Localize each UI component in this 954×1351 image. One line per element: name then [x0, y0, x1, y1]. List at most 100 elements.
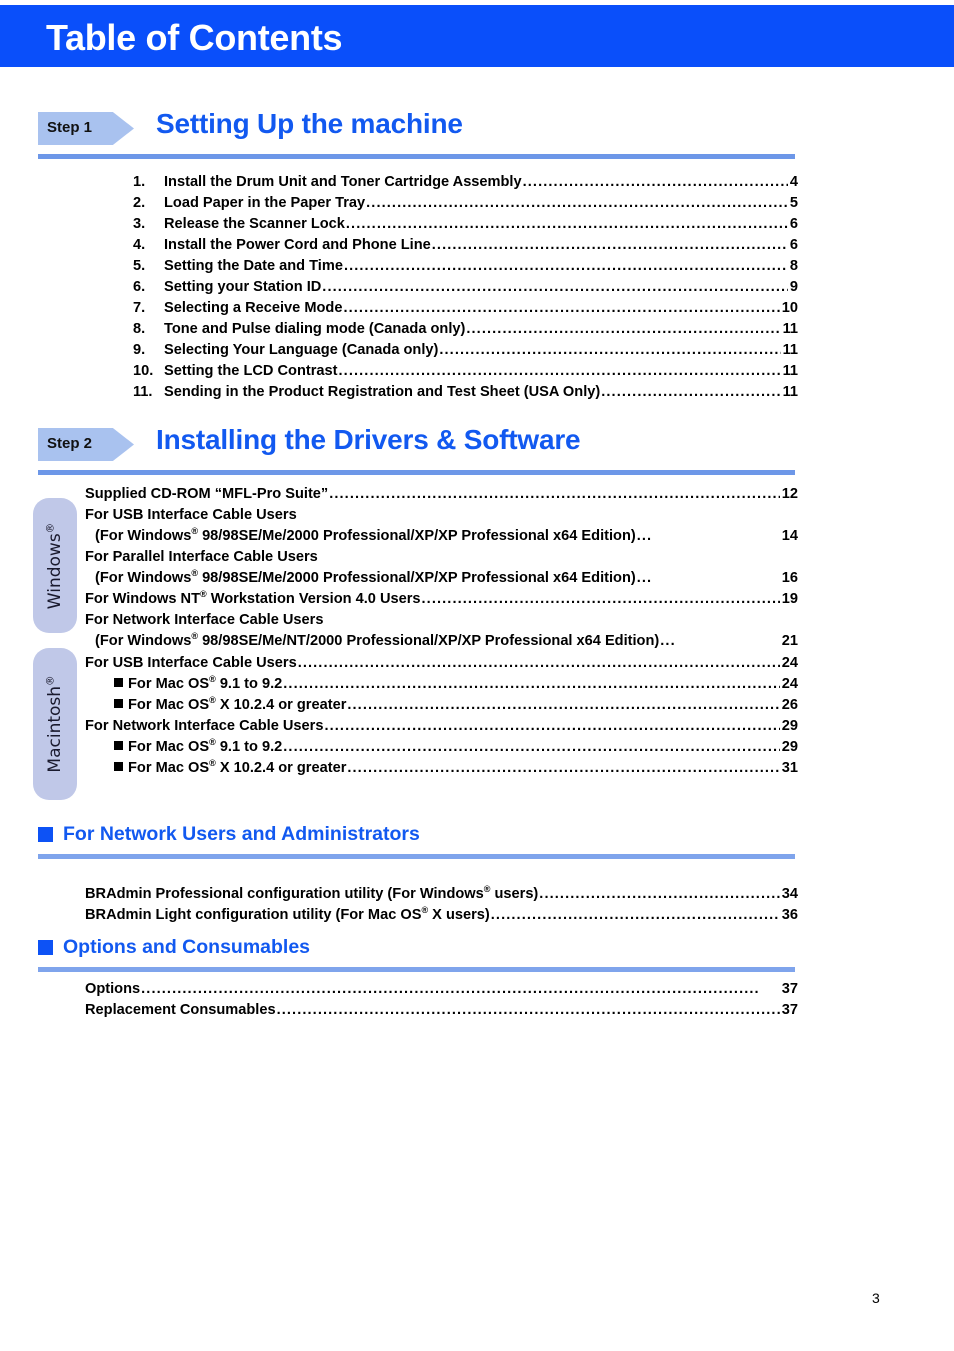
- toc-entry[interactable]: 6. Setting your Station ID ..............…: [133, 277, 798, 298]
- toc-entry-number: 6.: [133, 279, 146, 295]
- toc-entry-page: 31: [781, 760, 798, 776]
- toc-entry[interactable]: 9. Selecting Your Language (Canada only) …: [133, 340, 798, 361]
- section-network-users-title-row: For Network Users and Administrators: [38, 821, 798, 847]
- registered-trademark-icon: ®: [209, 737, 216, 748]
- toc-leader-dots: ........................................…: [322, 279, 788, 295]
- toc-entry-number: 10.: [133, 363, 154, 379]
- toc-entry[interactable]: (For Windows® 98/98SE/Me/2000 Profession…: [85, 568, 798, 589]
- toc-entry[interactable]: For Windows NT® Workstation Version 4.0 …: [85, 589, 798, 610]
- toc-entry-label: For Mac OS® 9.1 to 9.2: [114, 674, 282, 695]
- toc-entry[interactable]: (For Windows® 98/98SE/Me/2000 Profession…: [85, 526, 798, 547]
- section-options-list: Options ................................…: [85, 979, 798, 1021]
- toc-leader-dots: ........................................…: [283, 676, 780, 692]
- toc-entry[interactable]: For Parallel Interface Cable Users: [85, 547, 798, 568]
- toc-entry-page: 29: [781, 718, 798, 734]
- step-1-title: Setting Up the machine: [156, 108, 463, 139]
- toc-entry-page: 9: [789, 279, 798, 295]
- toc-leader-dots: ........................................…: [539, 886, 779, 902]
- toc-leader-dots: ........................................…: [338, 363, 781, 379]
- toc-entry-label: Load Paper in the Paper Tray: [164, 195, 366, 211]
- toc-entry-page: 11: [782, 363, 798, 379]
- step-1-badge-label: Step 1: [47, 119, 93, 136]
- toc-entry[interactable]: For Network Interface Cable Users: [85, 610, 798, 631]
- toc-entry[interactable]: For Mac OS® 9.1 to 9.2 .................…: [85, 737, 798, 758]
- toc-leader-dots: ........................................…: [347, 697, 780, 713]
- step-2-title: Installing the Drivers & Software: [156, 424, 581, 455]
- toc-entry[interactable]: 8. Tone and Pulse dialing mode (Canada on…: [133, 319, 798, 340]
- toc-entry-page: 37: [781, 981, 798, 997]
- toc-entry[interactable]: For USB Interface Cable Users ..........…: [85, 653, 798, 674]
- toc-entry[interactable]: 3. Release the Scanner Lock .............…: [133, 214, 798, 235]
- toc-entry-label: BRAdmin Professional configuration utili…: [85, 884, 539, 902]
- toc-entry[interactable]: BRAdmin Light configuration utility (For…: [85, 905, 798, 926]
- side-tab-windows[interactable]: Windows®: [33, 498, 77, 633]
- toc-entry-page: 24: [781, 676, 798, 692]
- toc-entry-label: (For Windows® 98/98SE/Me/NT/2000 Profess…: [95, 631, 660, 649]
- toc-entry-label: For Mac OS® X 10.2.4 or greater: [114, 758, 346, 779]
- toc-entry-label: For USB Interface Cable Users: [85, 507, 297, 523]
- square-bullet-icon: [38, 826, 53, 842]
- toc-entry[interactable]: For Mac OS® 9.1 to 9.2 .................…: [85, 674, 798, 695]
- toc-entry-page: 37: [781, 1002, 798, 1018]
- toc-entry[interactable]: For Mac OS® X 10.2.4 or greater ........…: [85, 695, 798, 716]
- square-bullet-icon: [114, 762, 123, 771]
- square-bullet-icon: [114, 678, 123, 687]
- toc-entry[interactable]: Supplied CD-ROM “MFL-Pro Suite” ........…: [85, 484, 798, 505]
- toc-leader-dots: ........................................…: [141, 981, 760, 997]
- toc-entry[interactable]: 11. Sending in the Product Registration a…: [133, 382, 798, 403]
- page-number: 3: [872, 1290, 880, 1306]
- toc-entry[interactable]: 2. Load Paper in the Paper Tray .........…: [133, 193, 798, 214]
- toc-leader-dots: ........................................…: [324, 718, 780, 734]
- section-network-users-header: For Network Users and Administrators: [38, 821, 798, 859]
- section-network-users-list: BRAdmin Professional configuration utili…: [85, 884, 798, 926]
- toc-entry-label: For Network Interface Cable Users: [85, 718, 324, 734]
- toc-entry[interactable]: Replacement Consumables ................…: [85, 1000, 798, 1021]
- section-options-divider: [38, 967, 795, 972]
- square-bullet-icon: [114, 699, 123, 708]
- toc-entry-number: 5.: [133, 258, 146, 274]
- toc-entry-label: Setting the Date and Time: [164, 258, 343, 274]
- toc-entry-label: Tone and Pulse dialing mode (Canada only…: [164, 321, 466, 337]
- toc-leader-dots: ........................................…: [466, 321, 781, 337]
- registered-trademark-icon: ®: [191, 568, 199, 579]
- section-network-users-title: For Network Users and Administrators: [63, 822, 420, 845]
- toc-entry-label: For Parallel Interface Cable Users: [85, 549, 318, 565]
- toc-entry[interactable]: Options ................................…: [85, 979, 798, 1000]
- toc-entry[interactable]: (For Windows® 98/98SE/Me/NT/2000 Profess…: [85, 631, 798, 652]
- step-1-divider: [38, 154, 795, 159]
- toc-entry-number: 7.: [133, 300, 146, 316]
- toc-entry[interactable]: 7. Selecting a Receive Mode .............…: [133, 298, 798, 319]
- toc-leader-dots: ........................................…: [347, 760, 780, 776]
- toc-entry-page: 14: [781, 528, 798, 544]
- toc-entry-number: 1.: [133, 174, 146, 190]
- toc-entry[interactable]: BRAdmin Professional configuration utili…: [85, 884, 798, 905]
- toc-entry-page: 26: [781, 697, 798, 713]
- toc-entry-label: Supplied CD-ROM “MFL-Pro Suite”: [85, 486, 329, 502]
- toc-entry[interactable]: For Mac OS® X 10.2.4 or greater ........…: [85, 758, 798, 779]
- toc-entry[interactable]: 1. Install the Drum Unit and Toner Cartri…: [133, 172, 798, 193]
- toc-entry-label: (For Windows® 98/98SE/Me/2000 Profession…: [95, 568, 636, 586]
- toc-leader-dots: ........................................…: [439, 342, 780, 358]
- toc-entry[interactable]: For USB Interface Cable Users: [85, 505, 798, 526]
- toc-leader-dots: ........................................…: [522, 174, 788, 190]
- toc-leader-dots: ........................................…: [421, 591, 780, 607]
- toc-leader-dots: ........................................…: [343, 258, 788, 274]
- side-tab-macintosh[interactable]: Macintosh®: [33, 648, 77, 800]
- toc-leader-dots: ........................................…: [431, 237, 788, 253]
- toc-entry[interactable]: 5. Setting the Date and Time ............…: [133, 256, 798, 277]
- step-2-divider: [38, 470, 795, 475]
- step-1-header: Step 1 Setting Up the machine: [38, 108, 798, 159]
- toc-entry[interactable]: For Network Interface Cable Users ......…: [85, 716, 798, 737]
- toc-entry-page: 34: [781, 886, 798, 902]
- toc-entry-label: Release the Scanner Lock: [164, 216, 345, 232]
- toc-entry-label: (For Windows® 98/98SE/Me/2000 Profession…: [95, 526, 636, 544]
- toc-entry[interactable]: 4. Install the Power Cord and Phone Line …: [133, 235, 798, 256]
- toc-entry-page: 5: [789, 195, 798, 211]
- toc-entry-number: 3.: [133, 216, 146, 232]
- step-2-header-row: Step 2 Installing the Drivers & Software: [38, 424, 798, 464]
- toc-entry-page: 8: [789, 258, 798, 274]
- toc-entry[interactable]: 10. Setting the LCD Contrast ............…: [133, 361, 798, 382]
- toc-entry-label: Setting your Station ID: [164, 279, 322, 295]
- toc-entry-label: Setting the LCD Contrast: [164, 363, 338, 379]
- toc-entry-page: 21: [781, 633, 798, 649]
